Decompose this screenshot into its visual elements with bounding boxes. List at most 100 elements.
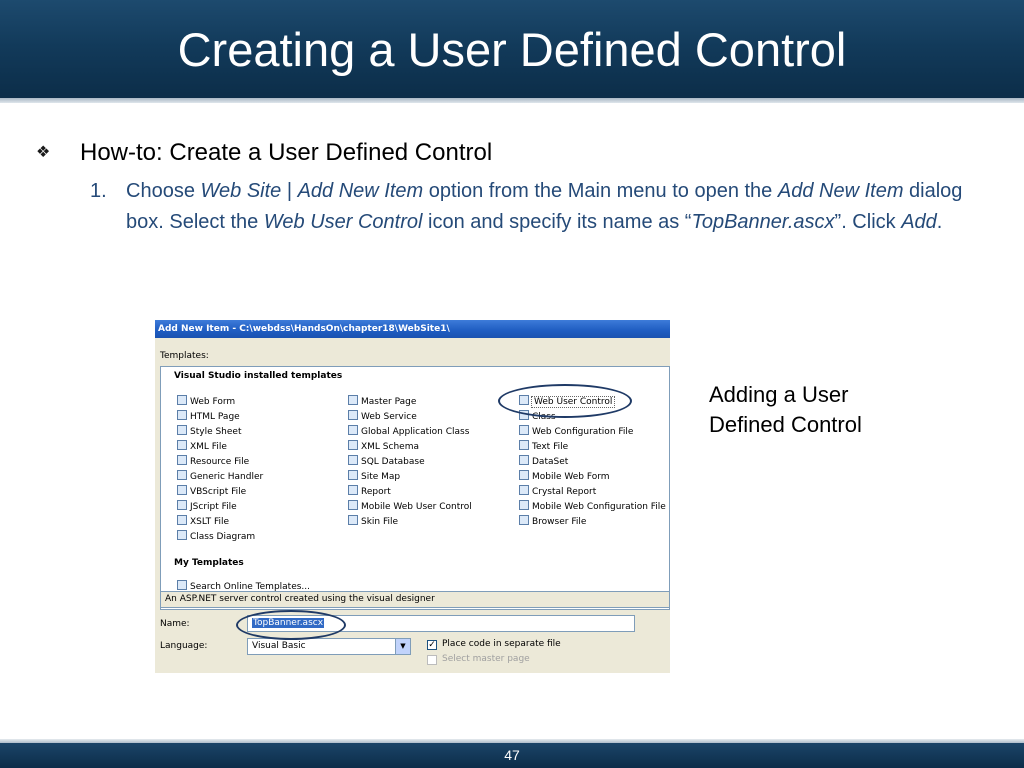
step-text-emphasis: Add bbox=[901, 211, 937, 233]
separate-file-label: Place code in separate file bbox=[442, 639, 561, 649]
xslt-file-icon bbox=[177, 515, 187, 525]
template-label: Crystal Report bbox=[532, 487, 597, 497]
mobile-web-configuration-file-icon bbox=[519, 500, 529, 510]
class-diagram-icon bbox=[177, 530, 187, 540]
group-my-templates-heading: My Templates bbox=[174, 558, 244, 568]
template-description: An ASP.NET server control created using … bbox=[160, 591, 670, 608]
template-item[interactable]: Web Service bbox=[348, 410, 417, 424]
template-label: Text File bbox=[532, 442, 569, 452]
generic-handler-icon bbox=[177, 470, 187, 480]
template-item[interactable]: Web Configuration File bbox=[519, 425, 633, 439]
template-label: Web Configuration File bbox=[532, 427, 634, 437]
master-page-checkbox[interactable] bbox=[427, 655, 437, 665]
template-item[interactable]: Skin File bbox=[348, 515, 398, 529]
template-label: Report bbox=[361, 487, 391, 497]
template-item[interactable]: Master Page bbox=[348, 395, 416, 409]
template-item[interactable]: XSLT File bbox=[177, 515, 229, 529]
template-label: HTML Page bbox=[190, 412, 240, 422]
language-value: Visual Basic bbox=[252, 641, 306, 651]
template-item[interactable]: Global Application Class bbox=[348, 425, 469, 439]
template-label: Skin File bbox=[361, 517, 399, 527]
step-text-emphasis: Add New Item bbox=[297, 180, 424, 202]
template-label: XML File bbox=[190, 442, 227, 452]
name-label: Name: bbox=[160, 619, 190, 629]
skin-file-icon bbox=[348, 515, 358, 525]
template-item[interactable]: Browser File bbox=[519, 515, 586, 529]
separate-file-checkbox[interactable]: ✓ bbox=[427, 640, 437, 650]
template-item[interactable]: XML Schema bbox=[348, 440, 419, 454]
add-new-item-dialog-screenshot: Add New Item - C:\webdss\HandsOn\chapter… bbox=[155, 320, 670, 673]
template-label: XSLT File bbox=[190, 517, 230, 527]
title-bar: Creating a User Defined Control bbox=[0, 0, 1024, 103]
template-label: Global Application Class bbox=[361, 427, 470, 437]
chevron-down-icon[interactable]: ▼ bbox=[395, 639, 410, 654]
language-select[interactable]: Visual Basic ▼ bbox=[247, 638, 411, 655]
group-installed-heading: Visual Studio installed templates bbox=[174, 371, 343, 381]
template-item[interactable]: Class Diagram bbox=[177, 530, 255, 544]
html-page-icon bbox=[177, 410, 187, 420]
template-item[interactable]: VBScript File bbox=[177, 485, 246, 499]
template-label: XML Schema bbox=[361, 442, 419, 452]
template-item[interactable]: Crystal Report bbox=[519, 485, 596, 499]
template-item[interactable]: Web Form bbox=[177, 395, 235, 409]
template-item[interactable]: Mobile Web User Control bbox=[348, 500, 472, 514]
web-form-icon bbox=[177, 395, 187, 405]
template-item[interactable]: Report bbox=[348, 485, 391, 499]
template-item[interactable]: Resource File bbox=[177, 455, 249, 469]
template-item[interactable]: Site Map bbox=[348, 470, 400, 484]
text-file-icon bbox=[519, 440, 529, 450]
template-item[interactable]: DataSet bbox=[519, 455, 568, 469]
diamond-bullet-icon: ❖ bbox=[36, 144, 51, 161]
template-item[interactable]: SQL Database bbox=[348, 455, 425, 469]
web-service-icon bbox=[348, 410, 358, 420]
template-label: Class Diagram bbox=[190, 532, 256, 542]
sql-database-icon bbox=[348, 455, 358, 465]
xml-schema-icon bbox=[348, 440, 358, 450]
report-icon bbox=[348, 485, 358, 495]
dataset-icon bbox=[519, 455, 529, 465]
template-label: Mobile Web User Control bbox=[361, 502, 472, 512]
site-map-icon bbox=[348, 470, 358, 480]
template-label: Style Sheet bbox=[190, 427, 242, 437]
template-label: Web Service bbox=[361, 412, 417, 422]
browser-file-icon bbox=[519, 515, 529, 525]
resource-file-icon bbox=[177, 455, 187, 465]
template-item[interactable]: HTML Page bbox=[177, 410, 240, 424]
template-item[interactable]: XML File bbox=[177, 440, 227, 454]
template-label: Master Page bbox=[361, 397, 417, 407]
template-item[interactable]: Style Sheet bbox=[177, 425, 242, 439]
template-item[interactable]: Mobile Web Configuration File bbox=[519, 500, 666, 514]
crystal-report-icon bbox=[519, 485, 529, 495]
step-text-part: | bbox=[281, 180, 298, 202]
template-label: Web Form bbox=[190, 397, 236, 407]
step-text: Choose Web Site | Add New Item option fr… bbox=[126, 176, 976, 238]
template-item[interactable]: Generic Handler bbox=[177, 470, 263, 484]
highlight-oval-web-user-control bbox=[498, 384, 632, 418]
templates-label: Templates: bbox=[160, 351, 209, 361]
web-configuration-file-icon bbox=[519, 425, 529, 435]
template-label: Mobile Web Form bbox=[532, 472, 610, 482]
mobile-web-form-icon bbox=[519, 470, 529, 480]
template-item[interactable]: Text File bbox=[519, 440, 568, 454]
figure-caption: Adding a User Defined Control bbox=[709, 382, 862, 437]
footer-bar: 47 bbox=[0, 739, 1024, 768]
template-item[interactable]: Mobile Web Form bbox=[519, 470, 610, 484]
vbscript-file-icon bbox=[177, 485, 187, 495]
language-label: Language: bbox=[160, 641, 208, 651]
mobile-web-user-control-icon bbox=[348, 500, 358, 510]
global-application-class-icon bbox=[348, 425, 358, 435]
step-text-part: ”. Click bbox=[834, 211, 902, 233]
slide-title: Creating a User Defined Control bbox=[177, 23, 847, 76]
xml-file-icon bbox=[177, 440, 187, 450]
step-text-emphasis: TopBanner.ascx bbox=[691, 211, 835, 233]
bullet-text: How-to: Create a User Defined Control bbox=[80, 139, 493, 166]
template-label: Mobile Web Configuration File bbox=[532, 502, 666, 512]
step-text-emphasis: Web Site bbox=[200, 180, 282, 202]
master-page-icon bbox=[348, 395, 358, 405]
master-page-label: Select master page bbox=[442, 654, 530, 664]
template-item[interactable]: JScript File bbox=[177, 500, 237, 514]
search-online-templates-icon bbox=[177, 580, 187, 590]
step-text-part: option from the Main menu to open the bbox=[423, 180, 778, 202]
template-label: SQL Database bbox=[361, 457, 425, 467]
template-label: Generic Handler bbox=[190, 472, 264, 482]
